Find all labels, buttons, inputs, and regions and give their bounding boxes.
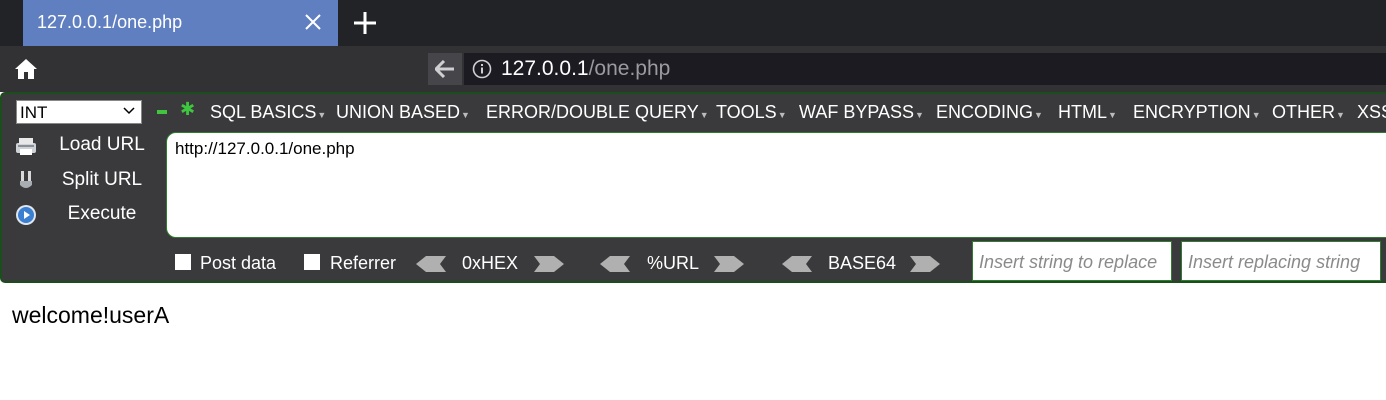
menu-encryption[interactable]: ENCRYPTION▼ — [1133, 102, 1261, 123]
hex-label: 0xHEX — [462, 253, 519, 273]
hex-encode-arrow-icon[interactable] — [534, 256, 564, 272]
menu-sql-basics[interactable]: SQL BASICS▼ — [210, 102, 326, 123]
url-encode-arrow-icon[interactable] — [714, 256, 744, 272]
tab-title: 127.0.0.1/one.php — [37, 12, 183, 32]
new-tab-icon[interactable] — [352, 10, 378, 36]
close-icon[interactable] — [304, 13, 322, 31]
info-icon[interactable] — [472, 59, 492, 79]
increase-icon[interactable]: ✱ — [180, 99, 195, 120]
base64-label: BASE64 — [828, 253, 897, 273]
hackbar-panel: INT ✱ SQL BASICS▼ UNION BASED▼ ERROR/DOU… — [0, 92, 1386, 283]
referrer-checkbox[interactable] — [304, 254, 320, 270]
address-text: 127.0.0.1/one.php — [501, 57, 670, 81]
menu-waf-bypass[interactable]: WAF BYPASS▼ — [799, 102, 924, 123]
page-body-text: welcome!userA — [12, 302, 170, 328]
url-host: 127.0.0.1 — [501, 57, 589, 80]
url-encode-label: %URL — [647, 253, 700, 273]
base64-decode-arrow-icon[interactable] — [782, 256, 812, 272]
menu-html[interactable]: HTML▼ — [1058, 102, 1117, 123]
tab-strip: 127.0.0.1/one.php — [0, 0, 1386, 46]
url-textarea[interactable]: http://127.0.0.1/one.php — [166, 132, 1386, 238]
execute-button[interactable]: Execute — [12, 201, 152, 229]
replacing-string-input[interactable]: Insert replacing string — [1181, 241, 1381, 281]
navigation-bar: 127.0.0.1/one.php — [0, 46, 1386, 92]
split-url-button[interactable]: Split URL — [12, 167, 152, 195]
back-button[interactable] — [428, 53, 462, 85]
referrer-label: Referrer — [330, 253, 397, 273]
tab-active[interactable]: 127.0.0.1/one.php — [23, 0, 338, 46]
url-path: /one.php — [588, 57, 671, 80]
menu-xss[interactable]: XSS — [1357, 102, 1386, 123]
load-url-button[interactable]: Load URL — [12, 132, 152, 160]
execute-label: Execute — [67, 203, 137, 224]
chevron-down-icon — [123, 107, 135, 115]
post-data-checkbox[interactable] — [175, 254, 191, 270]
hex-decode-arrow-icon[interactable] — [416, 256, 446, 272]
type-select-value: INT — [20, 103, 48, 122]
menu-other[interactable]: OTHER▼ — [1272, 102, 1345, 123]
base64-encode-arrow-icon[interactable] — [910, 256, 940, 272]
back-arrow-icon — [435, 60, 454, 78]
menu-union-based[interactable]: UNION BASED▼ — [336, 102, 470, 123]
menu-encoding[interactable]: ENCODING▼ — [936, 102, 1043, 123]
menu-error-double-query[interactable]: ERROR/DOUBLE QUERY▼ — [486, 102, 709, 123]
load-url-label: Load URL — [59, 134, 145, 155]
hackbar-options-row: Post data Referrer 0xHEX %URL BASE64 — [2, 250, 982, 280]
url-decode-arrow-icon[interactable] — [600, 256, 630, 272]
decrease-icon[interactable] — [157, 110, 167, 114]
address-bar[interactable]: 127.0.0.1/one.php — [464, 53, 1386, 85]
type-select[interactable]: INT — [16, 100, 142, 124]
replace-string-input[interactable]: Insert string to replace — [972, 241, 1172, 281]
menu-tools[interactable]: TOOLS▼ — [716, 102, 787, 123]
home-icon[interactable] — [14, 58, 38, 80]
split-url-label: Split URL — [61, 169, 143, 190]
post-data-label: Post data — [200, 253, 277, 273]
